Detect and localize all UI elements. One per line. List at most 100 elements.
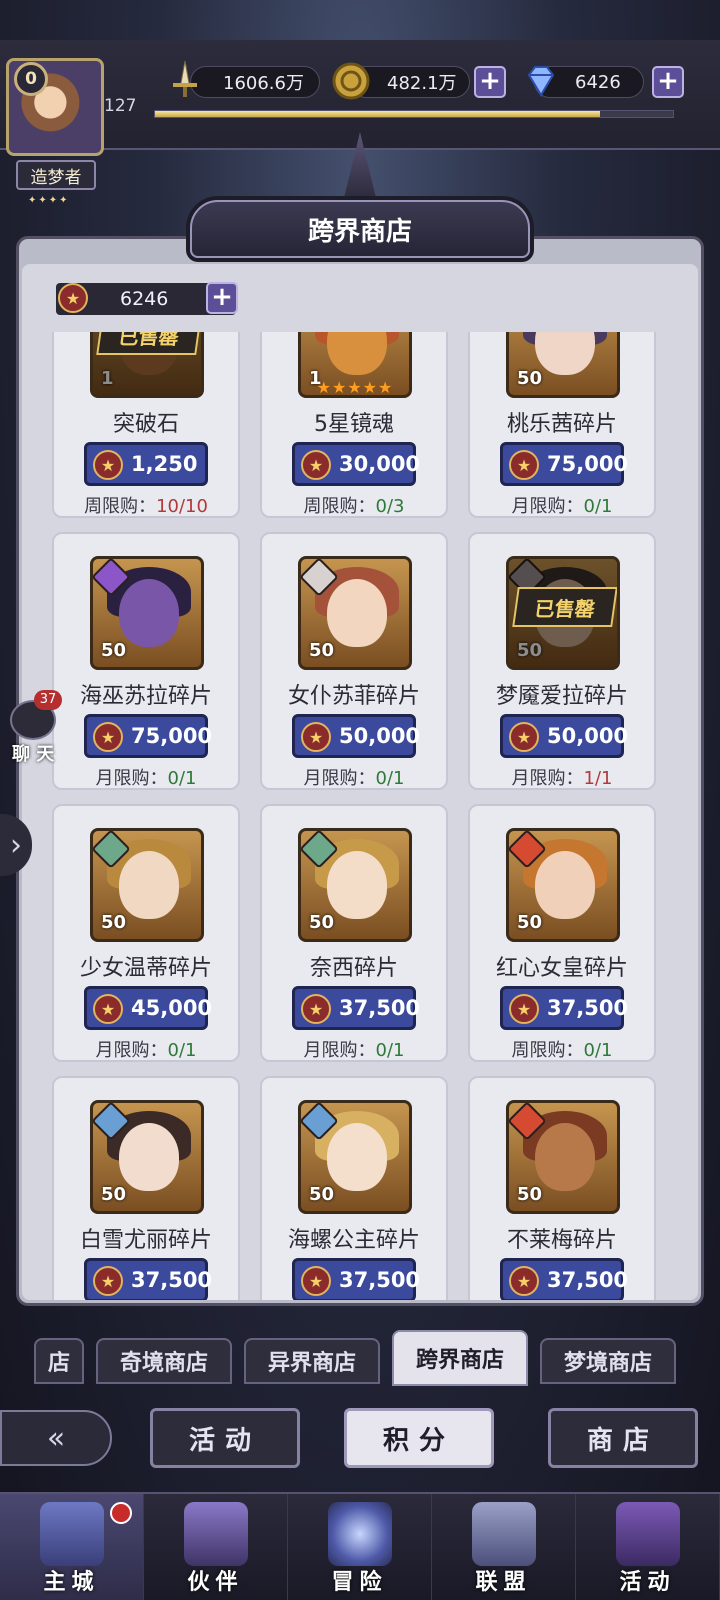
- player-level: 127: [104, 96, 137, 116]
- item-price-button[interactable]: ★ 37,500: [500, 1258, 628, 1300]
- diamond-value: 6426: [575, 71, 621, 93]
- item-price-button[interactable]: ★ 1,250: [84, 442, 208, 486]
- item-price-button[interactable]: ★ 75,000: [84, 714, 212, 758]
- witch-hat-icon: [184, 1502, 248, 1566]
- sword-icon: [164, 58, 206, 100]
- star-medal-icon: ★: [509, 1266, 539, 1296]
- item-limit: 月限购：0/1: [54, 764, 238, 790]
- tab-crossworld-shop[interactable]: 跨界商店: [392, 1330, 528, 1386]
- star-medal-icon: ★: [301, 994, 331, 1024]
- tab-otherworld-shop[interactable]: 异界商店: [244, 1338, 380, 1384]
- item-price: 50,000: [339, 724, 421, 748]
- item-limit-label: 月限购：: [511, 768, 584, 789]
- item-limit-count: 0/1: [167, 1040, 197, 1061]
- shop-item-card[interactable]: 50 桃乐茜碎片 ★ 75,000 月限购：0/1: [468, 332, 656, 518]
- shop-item-card[interactable]: 50 海螺公主碎片 ★ 37,500 月限购：0/1: [260, 1076, 448, 1300]
- tab-partial-shop[interactable]: 店: [34, 1338, 84, 1384]
- item-price: 37,500: [131, 1268, 213, 1292]
- nav-events[interactable]: 活动: [576, 1494, 720, 1600]
- nav-partners[interactable]: 伙伴: [144, 1494, 288, 1600]
- shop-item-card[interactable]: 1 ★★★★★ 5星镜魂 ★ 30,000 周限购：0/3: [260, 332, 448, 518]
- category-activity-button[interactable]: 活动: [150, 1408, 300, 1468]
- item-limit-label: 月限购：: [95, 1040, 168, 1061]
- item-portrait: 50: [506, 828, 620, 942]
- item-price-button[interactable]: ★ 37,500: [292, 1258, 420, 1300]
- item-limit-count: 0/1: [375, 1040, 405, 1061]
- item-limit-count: 0/1: [583, 1040, 613, 1061]
- item-name: 海巫苏拉碎片: [79, 684, 212, 709]
- star-medal-icon: ★: [509, 450, 539, 480]
- shop-item-card[interactable]: 50 少女温蒂碎片 ★ 45,000 月限购：0/1: [52, 804, 240, 1062]
- item-price-button[interactable]: ★ 50,000: [500, 714, 628, 758]
- shop-item-card[interactable]: 50 已售罄 梦魇爱拉碎片 ★ 50,000 月限购：1/1: [468, 532, 656, 790]
- item-limit-count: 0/3: [375, 496, 405, 517]
- item-price-button[interactable]: ★ 45,000: [84, 986, 212, 1030]
- portrait-face: [535, 332, 595, 375]
- item-name: 5星镜魂: [314, 412, 394, 437]
- item-grid: 1 已售罄 突破石 ★ 1,250 周限购：10/10 1 ★★★★★ 5星镜魂…: [34, 332, 686, 1300]
- item-limit-label: 月限购：: [95, 768, 168, 789]
- category-shop-button[interactable]: 商店: [548, 1408, 698, 1468]
- item-limit: 周限购：0/1: [470, 1036, 654, 1062]
- item-quantity: 50: [309, 640, 335, 661]
- nav-adventure[interactable]: 冒险: [288, 1494, 432, 1600]
- item-price: 50,000: [547, 724, 629, 748]
- nav-alliance[interactable]: 联盟: [432, 1494, 576, 1600]
- shop-item-card[interactable]: 50 海巫苏拉碎片 ★ 75,000 月限购：0/1: [52, 532, 240, 790]
- item-price-button[interactable]: ★ 50,000: [292, 714, 420, 758]
- gold-coin-icon: [330, 60, 372, 102]
- item-quantity: 50: [101, 640, 127, 661]
- power-value: 1606.6万: [223, 73, 304, 94]
- nav-main-city[interactable]: 主城: [0, 1494, 144, 1600]
- chat-button[interactable]: 37 聊 天: [4, 690, 62, 770]
- item-price-button[interactable]: ★ 37,500: [292, 986, 420, 1030]
- item-limit: 周限购：10/10: [54, 492, 238, 518]
- item-price: 1,250: [131, 452, 198, 476]
- shop-tabs: 店 奇境商店 异界商店 跨界商店 梦境商店: [0, 1330, 720, 1386]
- power-display: 1606.6万: [190, 66, 320, 98]
- portrait-face: [535, 851, 595, 919]
- shield-icon: [472, 1502, 536, 1566]
- tab-dream-shop[interactable]: 梦境商店: [540, 1338, 676, 1384]
- tab-wonderland-shop[interactable]: 奇境商店: [96, 1338, 232, 1384]
- item-limit-count: 0/1: [375, 768, 405, 789]
- item-portrait: 50: [298, 556, 412, 670]
- shop-item-card[interactable]: 50 奈西碎片 ★ 37,500 月限购：0/1: [260, 804, 448, 1062]
- nav-label-partners: 伙伴: [187, 1570, 244, 1595]
- item-limit-label: 周限购：: [303, 496, 376, 517]
- back-button[interactable]: «: [0, 1410, 112, 1466]
- shop-item-card[interactable]: 50 红心女皇碎片 ★ 37,500 周限购：0/1: [468, 804, 656, 1062]
- points-value: 6246: [120, 288, 169, 310]
- item-portrait: 50: [298, 1100, 412, 1214]
- bottom-nav: 主城 伙伴 冒险 联盟 活动: [0, 1492, 720, 1600]
- shop-item-card[interactable]: 50 白雪尤丽碎片 ★ 37,500 月限购：0/1: [52, 1076, 240, 1300]
- item-portrait: 50: [298, 828, 412, 942]
- title-stars: ✦✦✦✦: [28, 195, 70, 206]
- add-gold-button[interactable]: +: [474, 66, 506, 98]
- shop-item-card[interactable]: 1 已售罄 突破石 ★ 1,250 周限购：10/10: [52, 332, 240, 518]
- shop-title: 跨界商店: [190, 200, 530, 258]
- portrait-face: [327, 1123, 387, 1191]
- exp-fill: [155, 111, 601, 117]
- item-price-button[interactable]: ★ 37,500: [84, 1258, 212, 1300]
- item-price-button[interactable]: ★ 30,000: [292, 442, 420, 486]
- star-medal-icon: ★: [509, 722, 539, 752]
- item-price-button[interactable]: ★ 37,500: [500, 986, 628, 1030]
- portrait-face: [119, 1123, 179, 1191]
- item-name: 梦魇爱拉碎片: [495, 684, 628, 709]
- item-price-button[interactable]: ★ 75,000: [500, 442, 628, 486]
- add-diamond-button[interactable]: +: [652, 66, 684, 98]
- star-medal-icon: ★: [58, 283, 88, 313]
- castle-icon: [40, 1502, 104, 1566]
- shop-item-card[interactable]: 50 女仆苏菲碎片 ★ 50,000 月限购：0/1: [260, 532, 448, 790]
- item-limit: 月限购：0/1: [262, 1036, 446, 1062]
- star-medal-icon: ★: [509, 994, 539, 1024]
- player-title[interactable]: 造梦者: [16, 160, 96, 190]
- portrait-face: [327, 579, 387, 647]
- item-price: 75,000: [547, 452, 629, 476]
- add-points-button[interactable]: +: [206, 282, 238, 314]
- item-quantity: 50: [309, 912, 335, 933]
- item-quantity: 50: [517, 1184, 543, 1205]
- shop-item-card[interactable]: 50 不莱梅碎片 ★ 37,500 月限购：0/1: [468, 1076, 656, 1300]
- category-points-button[interactable]: 积分: [344, 1408, 494, 1468]
